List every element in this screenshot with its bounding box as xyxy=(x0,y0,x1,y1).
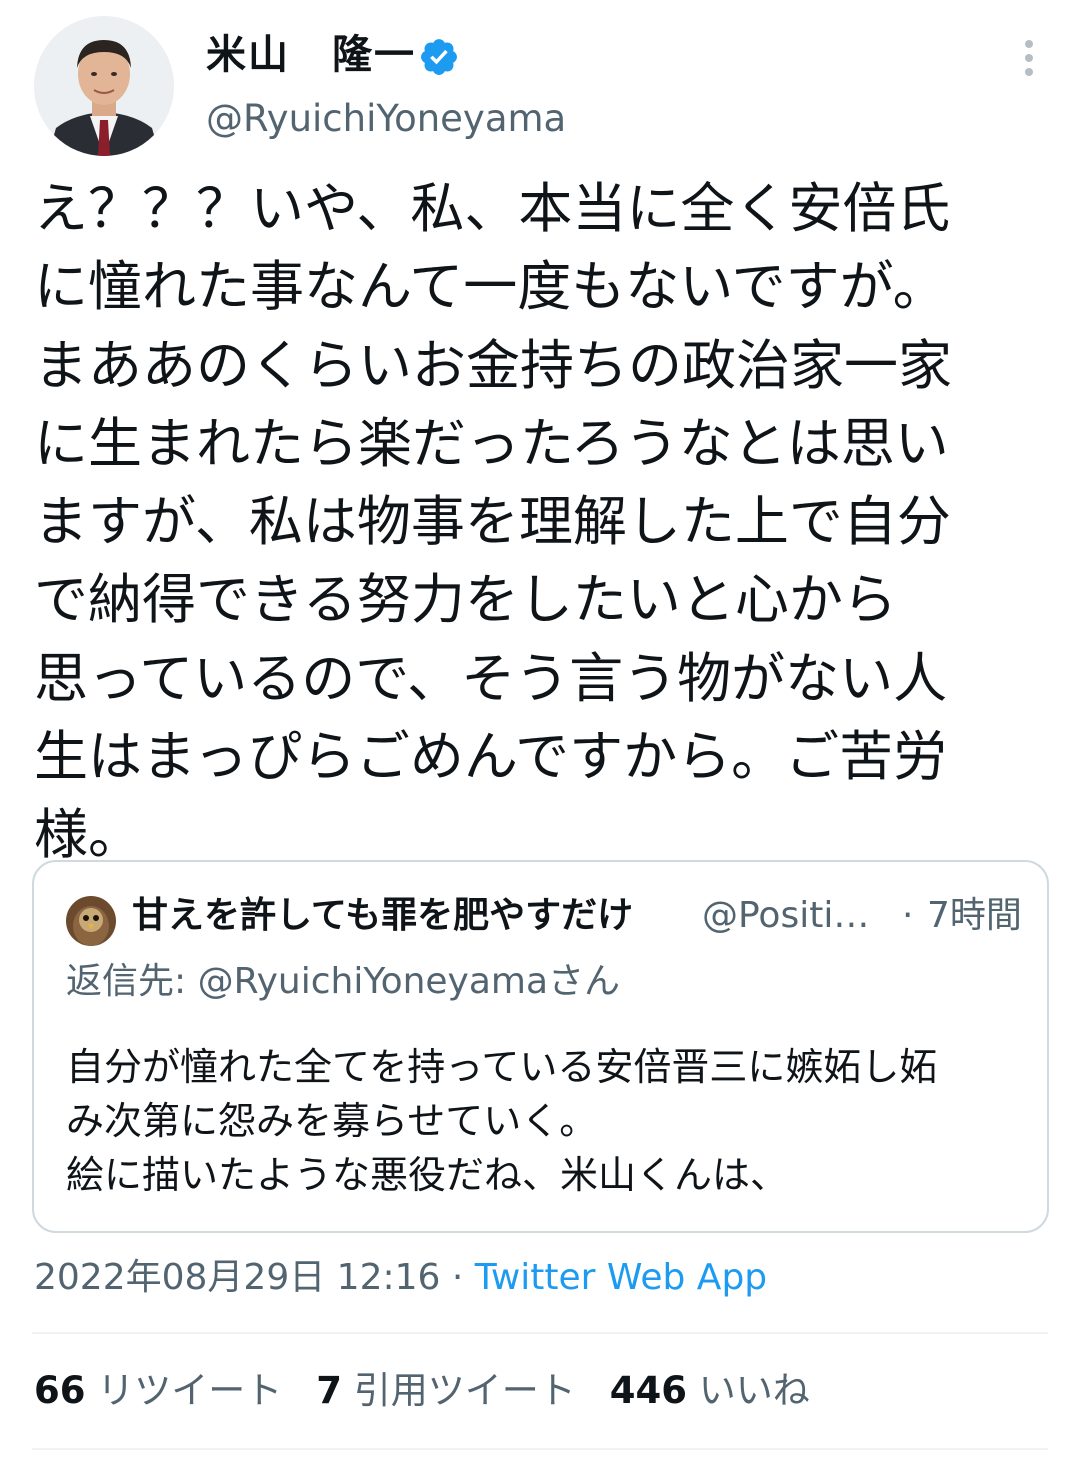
quoted-separator: · xyxy=(902,895,914,936)
tweet-text-line: まああのくらいお金持ちの政治家一家 xyxy=(34,333,952,397)
quotes-label: 引用ツイート xyxy=(353,1369,576,1412)
retweets-label: リツイート xyxy=(97,1369,283,1412)
quotes-stat[interactable]: 7 引用ツイート xyxy=(316,1366,576,1416)
quoted-text-line: 絵に描いたような悪役だね、米山くんは、 xyxy=(66,1153,789,1197)
retweets-count: 66 xyxy=(34,1369,86,1412)
quoted-text-line: み次第に怨みを募らせていく。 xyxy=(66,1099,598,1143)
more-dot xyxy=(1025,68,1033,76)
reply-to-handle[interactable]: @RyuichiYoneyamaさん xyxy=(198,961,620,1002)
divider xyxy=(32,1332,1048,1334)
quoted-avatar-image xyxy=(66,896,116,946)
retweets-stat[interactable]: 66 リツイート xyxy=(34,1366,282,1416)
tweet-meta: 2022年08月29日 12:16 · Twitter Web App xyxy=(34,1254,767,1302)
reply-label: 返信先: xyxy=(66,961,198,1002)
more-dot xyxy=(1025,54,1033,62)
tweet-text-line: ますが、私は物事を理解した上で自分 xyxy=(34,490,951,554)
divider xyxy=(32,1448,1048,1450)
tweet-timestamp[interactable]: 2022年08月29日 12:16 xyxy=(34,1257,440,1298)
author-display-name[interactable]: 米山 隆一 xyxy=(206,30,416,80)
tweet-text: え？？？いや、私、本当に全く安倍氏 に憧れた事なんて一度もないですが。 まああのくら… xyxy=(34,170,1034,875)
more-options-icon[interactable] xyxy=(1014,38,1044,78)
quoted-author-display-name[interactable]: 甘えを許しても罪を肥やすだけ xyxy=(132,892,633,940)
engagement-stats: 66 リツイート 7 引用ツイート 446 いいね xyxy=(34,1366,844,1416)
more-dot xyxy=(1025,40,1033,48)
tweet-text-line: に生まれたら楽だったろうなとは思い xyxy=(34,411,949,475)
quoted-author-handle[interactable]: @Positi… xyxy=(702,892,869,940)
likes-stat[interactable]: 446 いいね xyxy=(610,1366,810,1416)
tweet-text-line: え？？？いや、私、本当に全く安倍氏 xyxy=(34,177,951,240)
quotes-count: 7 xyxy=(316,1369,343,1412)
likes-count: 446 xyxy=(609,1369,688,1412)
tweet-text-line: で納得できる努力をしたいと心から xyxy=(34,568,897,632)
tweet-text-line: に憧れた事なんて一度もないですが。 xyxy=(34,255,947,319)
tweet-text-line: 思っているので、そう言う物がない人 xyxy=(34,646,948,710)
author-avatar[interactable] xyxy=(34,16,174,156)
tweet-text-line: 生はまっぴらごめんですから。ご苦労 xyxy=(34,725,948,789)
quoted-text-line: 自分が憧れた全てを持っている安倍晋三に嫉妬し妬 xyxy=(66,1045,938,1089)
quoted-author-avatar[interactable] xyxy=(66,896,116,946)
quoted-tweet-card[interactable]: 甘えを許しても罪を肥やすだけ @Positi… · 7時間 返信先: @Ryui… xyxy=(32,860,1049,1233)
quoted-reply-context: 返信先: @RyuichiYoneyamaさん xyxy=(66,958,620,1006)
verified-badge-icon xyxy=(421,39,457,75)
quoted-timestamp[interactable]: 7時間 xyxy=(927,892,1022,940)
meta-separator: · xyxy=(440,1257,475,1298)
likes-label: いいね xyxy=(698,1369,810,1412)
author-handle[interactable]: @RyuichiYoneyama xyxy=(206,95,566,143)
author-avatar-image xyxy=(34,16,174,156)
quoted-tweet-text: 自分が憧れた全てを持っている安倍晋三に嫉妬し妬 み次第に怨みを募らせていく。絵に描… xyxy=(66,1040,1026,1202)
tweet-source-link[interactable]: Twitter Web App xyxy=(475,1257,767,1298)
